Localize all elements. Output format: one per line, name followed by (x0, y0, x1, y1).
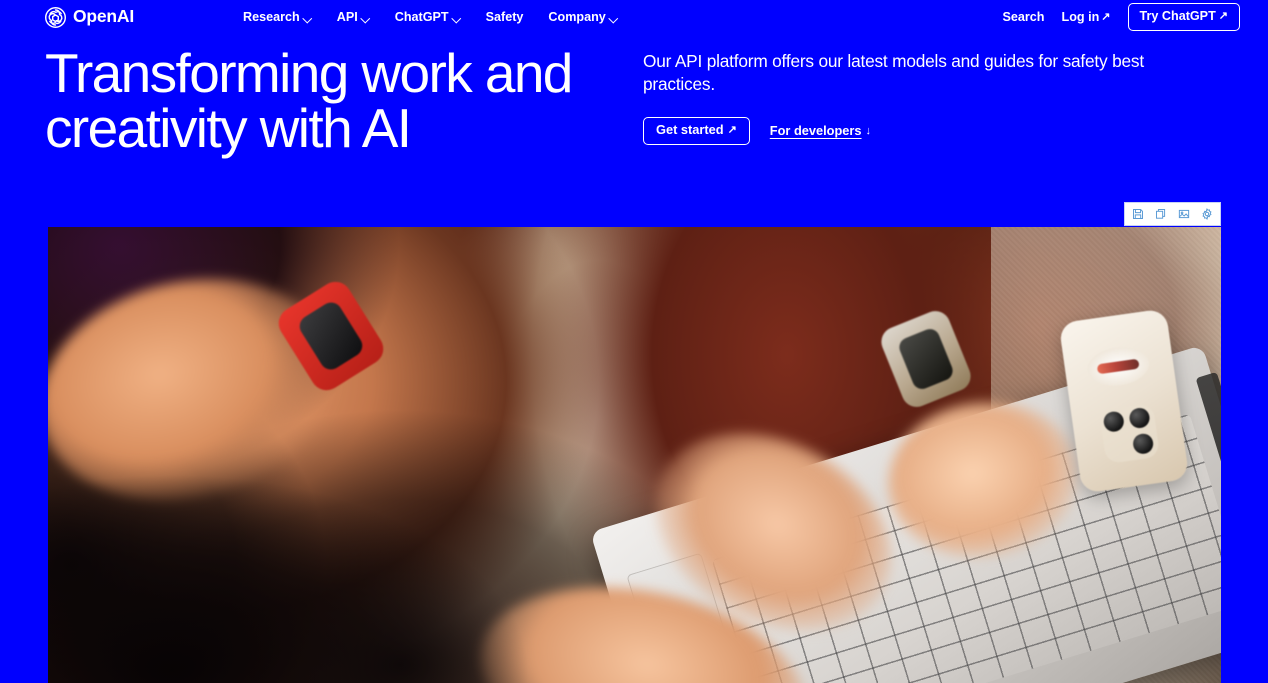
nav-item-api[interactable]: API (337, 11, 370, 24)
photo-vignette (48, 433, 608, 683)
login-label: Log in (1061, 9, 1100, 24)
chevron-down-icon (609, 14, 618, 23)
phone-camera-module (1099, 403, 1161, 465)
hero-image (48, 227, 1221, 683)
image-icon-button[interactable] (1174, 205, 1194, 223)
get-started-label: Get started (656, 122, 724, 138)
arrow-up-right-icon: ↗ (727, 124, 737, 137)
phone-sticker (1084, 343, 1152, 390)
nav-item-safety[interactable]: Safety (486, 11, 524, 24)
for-developers-link[interactable]: For developers ↓ (769, 122, 872, 138)
image-toolbar (1124, 202, 1221, 226)
site-navbar: OpenAI Research API ChatGPT Safety Compa… (0, 0, 1268, 34)
nav-item-label: Company (548, 9, 606, 24)
camera-lens-icon (1131, 432, 1155, 456)
nav-item-company[interactable]: Company (548, 11, 617, 24)
try-chatgpt-button[interactable]: Try ChatGPT ↗ (1127, 3, 1240, 31)
nav-item-label: ChatGPT (394, 9, 449, 24)
hero-secondary-column: Our API platform offers our latest model… (643, 50, 1218, 146)
camera-lens-icon (1102, 410, 1126, 433)
camera-lens-icon (1128, 406, 1151, 430)
primary-nav: Research API ChatGPT Safety Company (243, 8, 618, 26)
openai-logo-icon (44, 6, 67, 29)
openai-homepage: OpenAI Research API ChatGPT Safety Compa… (0, 0, 1268, 683)
brand-name-label: OpenAI (73, 6, 135, 27)
search-label: Search (1002, 9, 1045, 24)
arrow-up-right-icon: ↗ (1101, 10, 1111, 23)
copy-icon (1155, 208, 1167, 220)
hero-title: Transforming work and creativity with AI (45, 42, 573, 159)
arrow-down-icon: ↓ (865, 124, 872, 137)
chevron-down-icon (303, 14, 312, 23)
settings-gear-icon (1201, 208, 1213, 220)
search-button[interactable]: Search (1002, 11, 1044, 24)
nav-item-chatgpt[interactable]: ChatGPT (395, 11, 461, 24)
settings-gear-icon-button[interactable] (1197, 205, 1217, 223)
hero-description: Our API platform offers our latest model… (643, 51, 1144, 95)
for-developers-label: For developers (769, 122, 862, 138)
copy-icon-button[interactable] (1151, 205, 1171, 223)
arrow-up-right-icon: ↗ (1218, 10, 1228, 22)
login-link[interactable]: Log in ↗ (1062, 11, 1111, 24)
nav-item-research[interactable]: Research (243, 11, 312, 24)
nav-item-label: Research (243, 9, 300, 24)
brand-logo-link[interactable]: OpenAI (44, 4, 134, 30)
save-icon (1132, 208, 1144, 220)
hero-cta-group: Get started ↗ For developers ↓ (643, 117, 1218, 146)
save-icon-button[interactable] (1128, 205, 1148, 223)
nav-item-label: API (336, 9, 358, 24)
get-started-button[interactable]: Get started ↗ (643, 117, 750, 146)
chevron-down-icon (361, 14, 370, 23)
try-chatgpt-label: Try ChatGPT (1139, 9, 1216, 24)
nav-item-label: Safety (485, 9, 524, 24)
nav-actions: Search Log in ↗ Try ChatGPT ↗ (1002, 3, 1240, 31)
chevron-down-icon (452, 14, 461, 23)
image-icon (1178, 208, 1190, 220)
